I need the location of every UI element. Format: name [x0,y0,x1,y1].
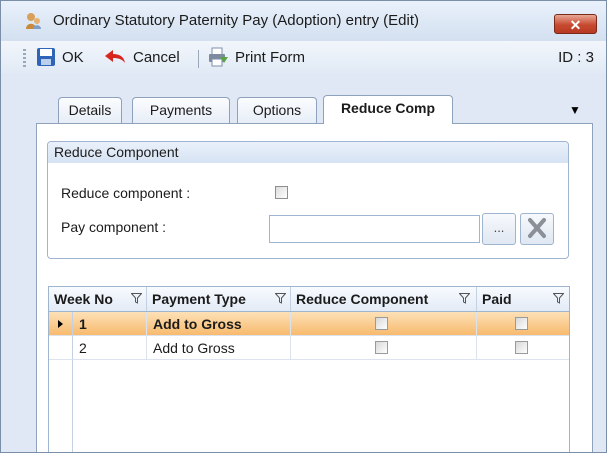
window-title: Ordinary Statutory Paternity Pay (Adopti… [53,12,419,29]
cancel-button[interactable]: Cancel [103,45,180,69]
lookup-button[interactable]: ... [482,213,516,245]
tab-reduce-comp[interactable]: Reduce Comp [323,95,453,124]
filter-icon[interactable] [459,293,470,304]
column-paid-label: Paid [482,291,512,307]
paid-row-checkbox[interactable] [515,341,528,354]
column-payment-type[interactable]: Payment Type [147,287,291,311]
cell-payment-type[interactable]: Add to Gross [147,312,291,336]
reduce-component-label: Reduce component : [61,185,191,201]
dialog-window: Ordinary Statutory Paternity Pay (Adopti… [0,0,607,453]
column-reduce-component-label: Reduce Component [296,291,429,307]
row-indicator[interactable] [49,336,73,360]
toolbar-separator [198,50,199,68]
row-indicator-column [49,360,73,452]
cell-reduce-component[interactable] [291,312,477,336]
ok-label: OK [62,48,84,66]
row-pointer-icon [58,320,63,328]
cell-week-no[interactable]: 2 [73,336,147,360]
column-week-no-label: Week No [54,291,113,307]
cancel-label: Cancel [133,48,180,66]
reduce-component-checkbox[interactable] [275,186,288,199]
cell-week-no[interactable]: 1 [73,312,147,336]
row-indicator[interactable] [49,312,73,336]
filter-icon[interactable] [131,293,142,304]
pay-component-input[interactable] [269,215,480,243]
tab-list-dropdown[interactable]: ▼ [569,103,581,117]
filter-icon[interactable] [275,293,286,304]
tab-payments[interactable]: Payments [132,97,230,123]
undo-arrow-icon [105,50,125,63]
close-button[interactable]: ✕ [554,14,597,34]
app-icon [26,13,41,29]
cell-paid[interactable] [477,336,569,360]
toolbar-grip[interactable] [23,49,26,67]
reduce-component-row-checkbox[interactable] [375,341,388,354]
print-form-label: Print Form [235,48,306,66]
tab-details[interactable]: Details [58,97,122,123]
column-payment-type-label: Payment Type [152,291,246,307]
reduce-component-row-checkbox[interactable] [375,317,388,330]
ok-button[interactable]: OK [36,45,84,69]
column-reduce-component[interactable]: Reduce Component [291,287,477,311]
print-form-icon [209,47,228,67]
paid-row-checkbox[interactable] [515,317,528,330]
filter-icon[interactable] [553,293,564,304]
cell-reduce-component[interactable] [291,336,477,360]
clear-x-icon [528,218,546,238]
clear-button[interactable] [520,213,554,245]
record-id: ID : 3 [558,49,594,66]
column-week-no[interactable]: Week No [49,287,147,311]
tab-options[interactable]: Options [237,97,317,123]
column-paid[interactable]: Paid [477,287,569,311]
group-title: Reduce Component [48,142,568,163]
print-form-button[interactable]: Print Form [207,45,305,69]
cell-paid[interactable] [477,312,569,336]
pay-component-label: Pay component : [61,219,167,235]
save-icon [37,48,55,66]
cell-payment-type[interactable]: Add to Gross [147,336,291,360]
